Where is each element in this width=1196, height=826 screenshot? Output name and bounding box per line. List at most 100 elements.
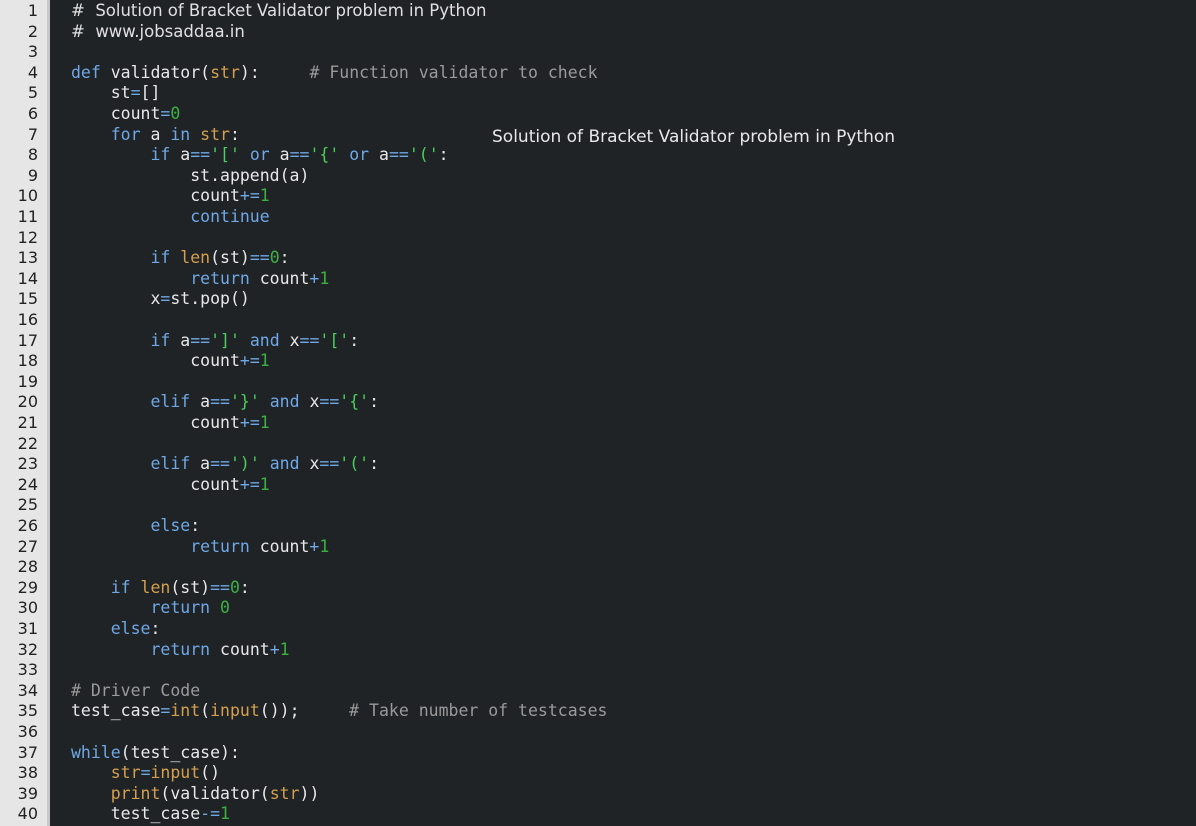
code-line: str=input() [71,763,220,784]
code-token: return [71,639,211,659]
code-token: + [309,268,320,288]
code-token: : [369,392,380,412]
code-token: while [71,742,121,762]
code-line: if len(st)==0: [71,248,289,269]
code-token: ')' [229,454,260,474]
code-token: : [369,454,380,474]
code-editor[interactable]: 1 2 3 4 5 6 7 8 9 10 11 12 13 14 15 16 17 18 19 20 21 22 23 24 2… [0,0,1196,826]
line-number: 40 [17,804,38,824]
code-token: test_case [71,804,201,824]
line-number: 22 [17,433,38,453]
line-number: 35 [17,701,38,721]
code-token: += [239,186,260,206]
code-token: 0 [170,104,181,123]
code-token: # Take number of testcases [349,701,608,721]
code-token: == [249,248,270,268]
code-token: '[' [210,145,240,165]
line-number: 14 [17,268,38,288]
code-token: == [210,392,230,412]
code-token: str [110,763,141,783]
code-line: count+=1 [71,186,270,207]
code-token: == [388,145,409,165]
line-number: 33 [17,660,38,680]
line-number: 26 [17,516,38,535]
code-token: '{' [309,145,340,165]
code-token: += [239,474,260,494]
code-token: or [249,145,270,165]
line-number: 30 [17,598,38,618]
code-token: : [438,145,449,165]
code-line: else: [71,619,161,640]
code-token: += [239,413,260,432]
line-number: 37 [17,742,38,762]
code-token: and [269,454,300,474]
code-token: 1 [279,639,290,659]
code-token: = [160,104,171,123]
code-token: count [71,186,240,206]
code-token: count [249,536,310,556]
code-token: 1 [319,536,330,556]
code-token: count [210,639,270,659]
line-number: 32 [17,639,38,659]
code-token: )) [299,783,320,803]
code-token: x [279,330,300,350]
code-token: # Function validator to check [309,62,598,82]
code-token: : [239,577,250,597]
code-line: st=[] [71,83,161,104]
code-token: == [210,577,230,597]
code-token: '(' [408,145,439,165]
code-line: # Solution of Bracket Validator problem … [71,1,487,22]
code-token: for [71,124,141,144]
code-line: if len(st)==0: [71,578,250,599]
line-number: 4 [27,62,38,82]
code-token: + [269,639,280,659]
code-token: 0 [229,577,240,597]
line-number: 21 [17,413,38,432]
code-line: else: [71,516,200,537]
code-line: x=st.pop() [71,289,249,310]
line-number: 31 [17,619,38,638]
line-number: 39 [17,783,38,803]
code-line: elif a=='}' and x=='{': [71,392,379,413]
line-number: 23 [17,454,38,474]
code-token: count [71,474,240,494]
code-token: (validator( [160,783,270,803]
code-token: = [160,701,171,721]
code-token: : [150,619,161,638]
line-number: 15 [17,289,38,309]
line-number: 12 [17,227,38,247]
code-token: st.append(a) [71,165,310,185]
code-token: + [309,536,320,556]
code-line: # Driver Code [71,681,200,702]
code-token: if [71,248,171,268]
code-token: 1 [259,413,270,432]
code-token: # Driver Code [71,680,201,700]
code-token: 0 [269,248,280,268]
code-token: '}' [229,392,260,412]
code-line: if a=='[' or a=='{' or a=='(': [71,145,449,166]
code-line: test_case=int(input()); # Take number of… [71,701,607,722]
code-token: return [71,536,250,556]
code-token: a [170,145,191,165]
code-line: count+=1 [71,351,270,372]
code-token: and [269,392,300,412]
line-number: 8 [27,145,38,165]
code-token: or [349,145,370,165]
code-token: and [249,330,280,350]
code-token: validator( [100,62,211,82]
line-number: 29 [17,577,38,597]
code-token: x [299,454,320,474]
code-token: ( [200,701,211,721]
code-token: 1 [259,186,270,206]
code-token: 1 [259,351,270,371]
code-token: def [71,62,101,82]
code-token: a [190,454,211,474]
code-token: (test_case): [120,742,240,762]
code-token: '{' [339,392,370,412]
code-token: == [190,330,211,350]
